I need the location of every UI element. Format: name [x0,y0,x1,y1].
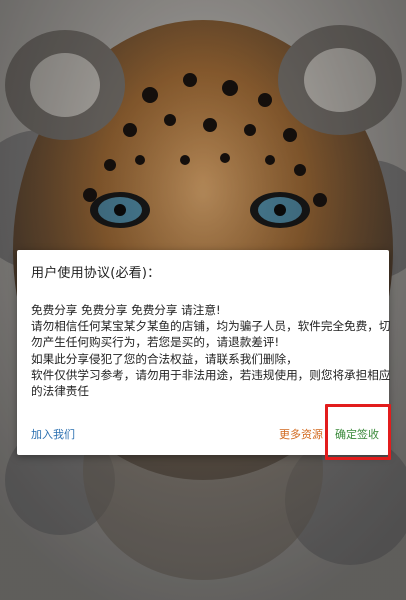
message-line: 请勿相信任何某宝某夕某鱼的店铺，均为骗子人员，软件完全免费，切 [31,319,391,334]
more-resources-button[interactable]: 更多资源 [279,426,323,442]
dialog-title: 用户使用协议(必看)： [31,266,161,281]
message-line: 勿产生任何购买行为，若您是买的，请退款差评! [31,335,280,350]
message-line: 免费分享 免费分享 免费分享 请注意! [31,303,221,317]
join-us-button[interactable]: 加入我们 [31,426,75,442]
dialog-message: 免费分享 免费分享 免费分享 请注意! 请勿相信任何某宝某夕某鱼的店铺，均为骗子… [31,302,391,399]
message-line: 如果此分享侵犯了您的合法权益，请联系我们删除， [31,351,298,366]
highlight-annotation-box [325,404,391,460]
message-line: 的法律责任 [31,384,89,399]
app-screen: 用户使用协议(必看)： 免费分享 免费分享 免费分享 请注意! 请勿相信任何某宝… [0,0,406,600]
message-line: 软件仅供学习参考，请勿用于非法用途，若违规使用，则您将承担相应 [31,367,391,382]
